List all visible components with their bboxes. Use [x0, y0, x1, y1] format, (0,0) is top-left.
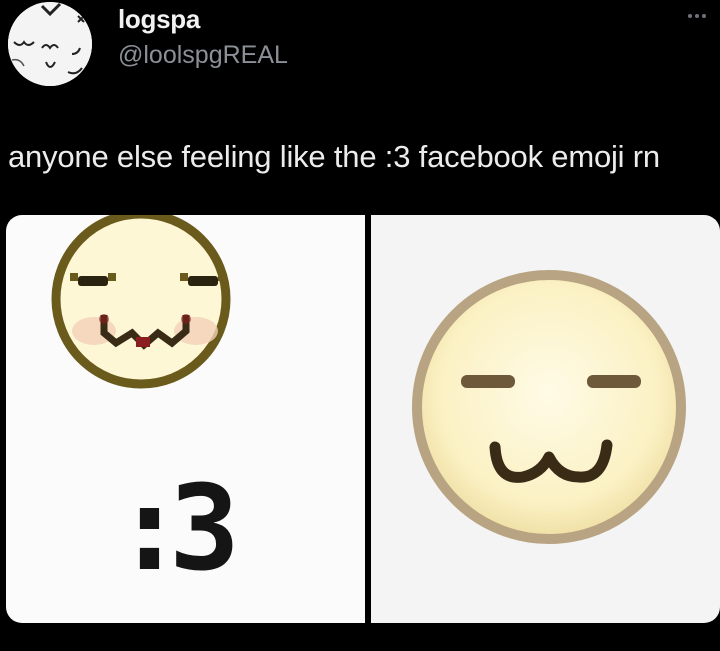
more-options-icon-dot	[695, 14, 699, 18]
media-image-right[interactable]	[371, 215, 720, 623]
more-options-button[interactable]	[688, 10, 714, 22]
more-options-icon-dot	[702, 14, 706, 18]
tweet-card: logspa @loolspgREAL anyone else feeling …	[0, 0, 720, 651]
display-name[interactable]: logspa	[118, 4, 288, 34]
emoji-caption: :3	[114, 459, 240, 597]
media-grid: :3	[6, 215, 720, 623]
avatar[interactable]	[8, 2, 92, 86]
handle[interactable]: @loolspgREAL	[118, 40, 288, 70]
media-image-left[interactable]: :3	[6, 215, 365, 623]
tweet-text: anyone else feeling like the :3 facebook…	[8, 139, 660, 174]
author-block: logspa @loolspgREAL	[118, 4, 288, 70]
more-options-icon	[688, 14, 692, 18]
smooth-colon-three-emoji-icon	[412, 270, 686, 544]
pixel-colon-three-emoji-icon	[51, 215, 231, 389]
cat-face-doodle-icon	[8, 2, 92, 86]
